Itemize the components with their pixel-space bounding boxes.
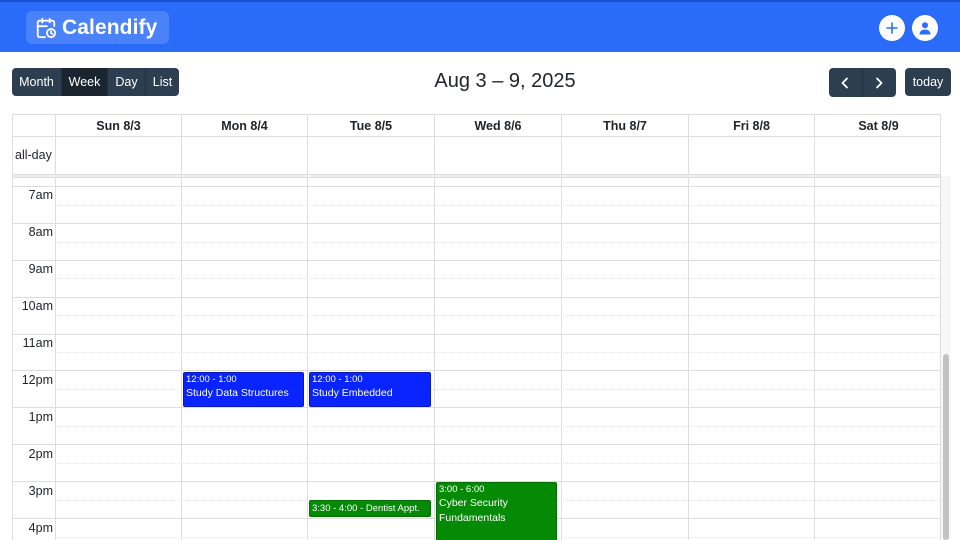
hour-line [13,370,940,371]
hour-line [13,444,940,445]
column-divider [307,178,308,540]
event-time: 3:00 - 6:00 [439,484,485,495]
scrollbar-thumb[interactable] [943,354,949,540]
half-hour-line [55,426,940,427]
chevron-right-icon [876,77,883,88]
month-view-button[interactable]: Month [12,68,62,96]
user-profile-button[interactable] [912,15,938,41]
half-hour-line [55,278,940,279]
event-title: Study Embedded [312,387,393,399]
column-divider [55,178,56,540]
all-day-cell[interactable] [434,137,561,174]
event-study-embedded[interactable]: 12:00 - 1:00 Study Embedded [309,372,431,407]
hour-line [13,186,940,187]
plus-icon [886,22,898,34]
event-time: 12:00 - 1:00 [312,374,363,385]
prev-week-button[interactable] [829,68,863,97]
event-study-data-structures[interactable]: 12:00 - 1:00 Study Data Structures [183,372,304,407]
next-week-button[interactable] [863,68,897,97]
all-day-label: all-day [15,148,52,162]
day-header-fri[interactable]: Fri 8/8 [688,115,814,137]
day-view-button[interactable]: Day [108,68,146,96]
half-hour-line [55,205,940,206]
day-header-tue[interactable]: Tue 8/5 [307,115,434,137]
week-calendar: Sun 8/3 Mon 8/4 Tue 8/5 Wed 8/6 Thu 8/7 … [12,114,941,540]
event-title: Dentist Appt. [365,503,420,514]
half-hour-line [55,352,940,353]
event-dentist-appt[interactable]: 3:30 - 4:00 - Dentist Appt. [309,500,431,517]
half-hour-line [55,315,940,316]
half-hour-line [55,463,940,464]
event-title: Study Data Structures [186,387,289,399]
brand-logo[interactable]: Calendify [26,11,169,44]
event-title: Cyber Security Fundamentals [439,497,508,524]
list-view-button[interactable]: List [146,68,179,96]
app-name: Calendify [62,15,158,39]
date-nav [829,68,896,97]
all-day-row: all-day [13,137,940,174]
hour-line [13,223,940,224]
all-day-cell[interactable] [561,137,688,174]
column-divider [181,178,182,540]
event-cyber-security[interactable]: 3:00 - 6:00 Cyber Security Fundamentals [436,482,557,540]
all-day-cell[interactable] [181,137,307,174]
column-divider [688,178,689,540]
hour-line [13,260,940,261]
time-label-8am: 8am [28,225,53,239]
hour-line [13,407,940,408]
half-hour-line [55,242,940,243]
time-grid-scrollbar[interactable] [941,176,951,540]
day-header-mon[interactable]: Mon 8/4 [181,115,307,137]
column-divider [561,178,562,540]
time-label-10am: 10am [21,299,53,313]
time-label-1pm: 1pm [28,410,53,424]
all-day-cell[interactable] [307,137,434,174]
day-header-sat[interactable]: Sat 8/9 [814,115,940,137]
user-icon [919,22,931,35]
day-header-sun[interactable]: Sun 8/3 [55,115,181,137]
chevron-left-icon [841,77,849,88]
time-label-12pm: 12pm [21,373,53,387]
all-day-cell[interactable] [55,137,181,174]
time-label-9am: 9am [28,262,53,276]
add-event-button[interactable] [879,15,905,41]
day-header-row: Sun 8/3 Mon 8/4 Tue 8/5 Wed 8/6 Thu 8/7 … [13,115,940,137]
time-label-11am: 11am [22,336,53,350]
time-label-4pm: 4pm [28,521,53,535]
hour-line [13,297,940,298]
calendar-clock-icon [36,17,57,38]
view-switcher: Month Week Day List [12,68,179,96]
hour-line [13,334,940,335]
today-button[interactable]: today [905,68,951,96]
date-range-title: Aug 3 – 9, 2025 [434,70,576,92]
column-divider [814,178,815,540]
calendar-toolbar: Month Week Day List Aug 3 – 9, 2025 toda… [0,52,960,114]
time-label-3pm: 3pm [28,484,53,498]
all-day-cell[interactable] [814,137,940,174]
week-view-button[interactable]: Week [62,68,108,96]
all-day-cell[interactable] [688,137,814,174]
time-grid[interactable]: 7am 8am 9am 10am 11am 12pm 1pm 2pm 3pm 4… [13,178,940,540]
event-time: 12:00 - 1:00 [186,374,237,385]
column-divider [434,178,435,540]
day-header-wed[interactable]: Wed 8/6 [434,115,561,137]
event-time: 3:30 - 4:00 [312,503,358,514]
time-label-2pm: 2pm [28,447,53,461]
app-header: Calendify [0,0,960,52]
day-header-thu[interactable]: Thu 8/7 [561,115,688,137]
time-label-7am: 7am [28,188,53,202]
